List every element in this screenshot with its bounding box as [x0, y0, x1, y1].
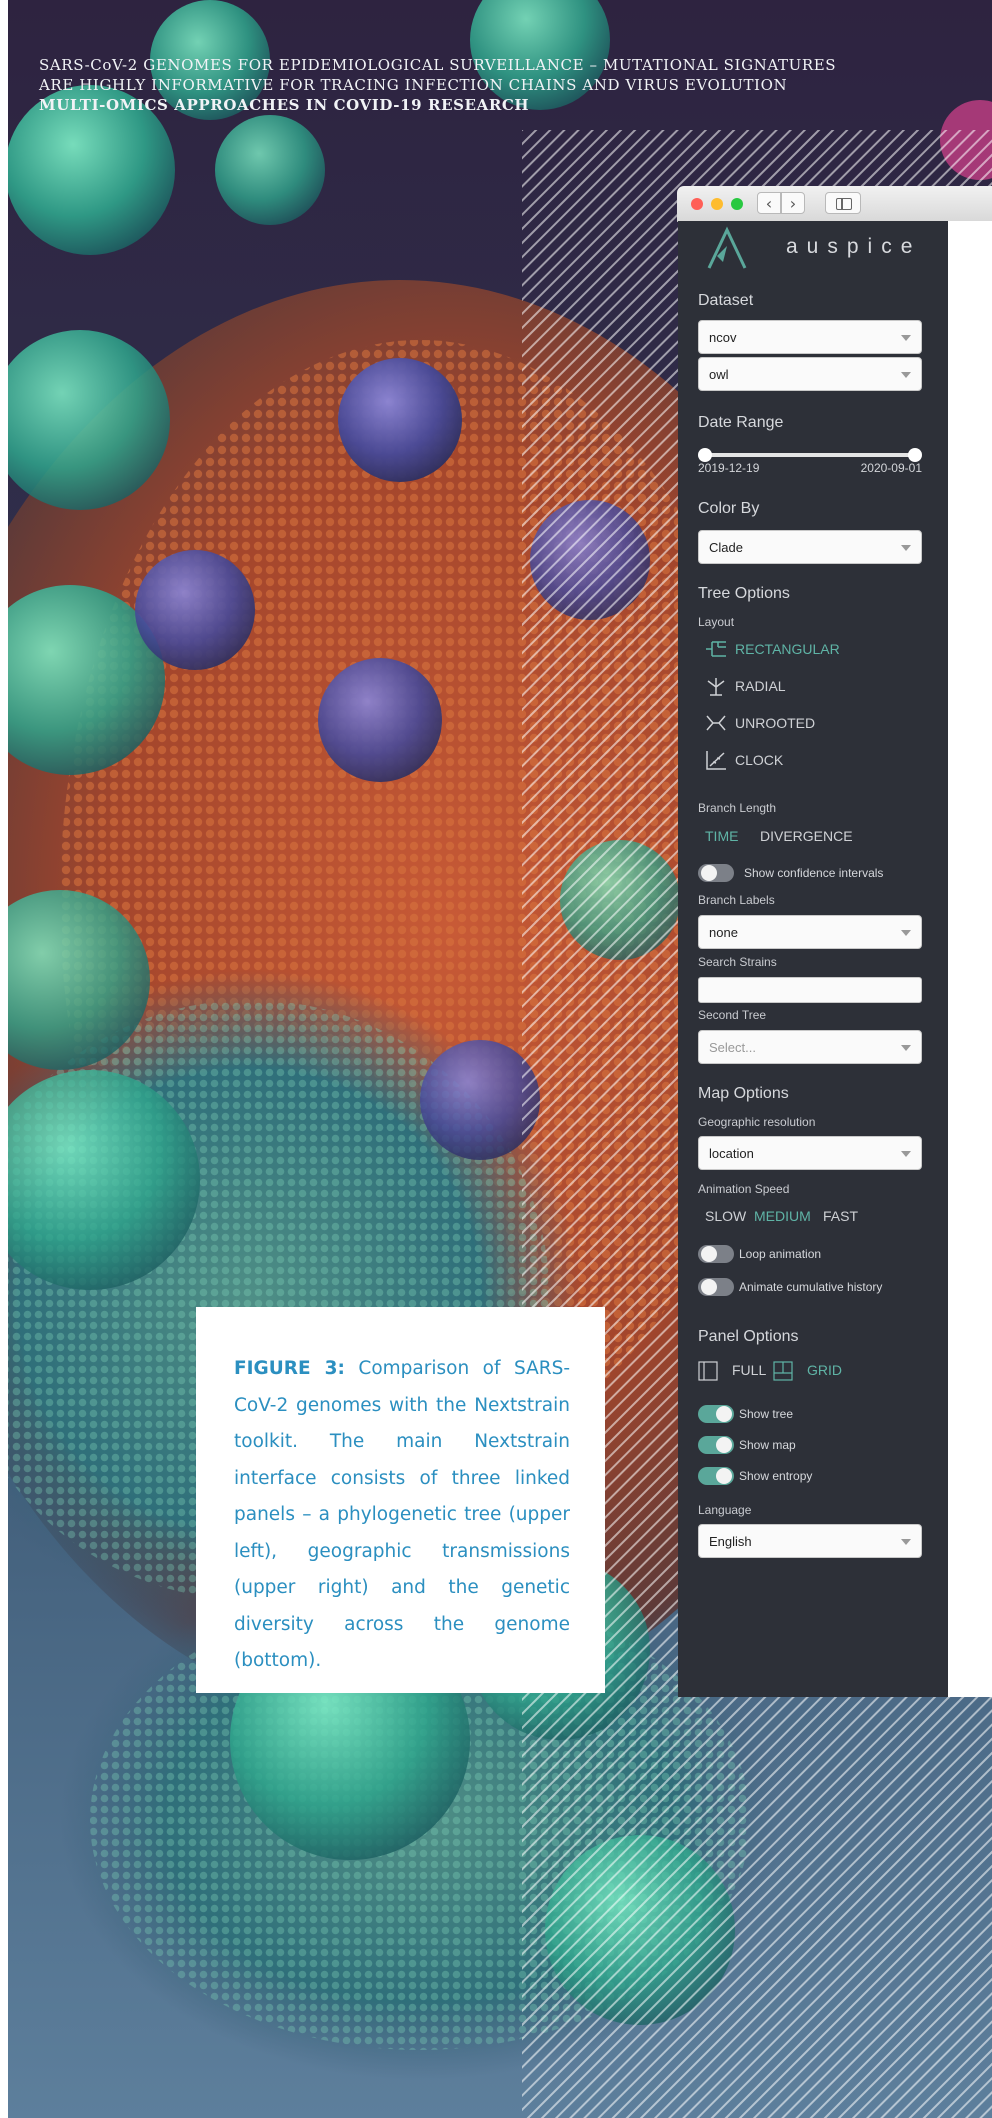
show-tree-label: Show tree [739, 1407, 794, 1421]
language-select[interactable]: English [698, 1524, 922, 1558]
panel-grid-button[interactable]: GRID [807, 1362, 842, 1378]
show-entropy-label: Show entropy [739, 1469, 813, 1483]
map-options-heading: Map Options [698, 1085, 789, 1102]
unrooted-tree-icon [706, 715, 726, 731]
figure-caption-text: Comparison of SARS-CoV-2 genomes with th… [234, 1358, 570, 1671]
second-tree-label: Second Tree [698, 1008, 767, 1022]
branch-labels-select[interactable]: none [698, 915, 922, 949]
auspice-sidebar: auspice Dataset ncov owl Date Range 2019… [678, 221, 948, 1697]
layout-rectangular-label: RECTANGULAR [735, 641, 840, 657]
color-by-select[interactable]: Clade [698, 530, 922, 564]
minimize-window-button[interactable] [711, 198, 723, 210]
clock-tree-icon [706, 751, 726, 770]
panel-full-button[interactable]: FULL [732, 1362, 766, 1378]
header-line-2: ARE HIGHLY INFORMATIVE FOR TRACING INFEC… [39, 76, 788, 94]
geographic-resolution-value: location [709, 1146, 754, 1161]
dataset-select-1[interactable]: ncov [698, 320, 922, 354]
branch-labels-value: none [709, 925, 738, 940]
back-button[interactable]: ‹ [757, 192, 781, 214]
geographic-resolution-label: Geographic resolution [698, 1115, 816, 1129]
page-header: SARS-CoV-2 GENOMES FOR EPIDEMIOLOGICAL S… [39, 55, 899, 115]
animation-speed-label: Animation Speed [698, 1182, 790, 1196]
sidebar-toggle-button[interactable] [825, 192, 861, 214]
figure-label: FIGURE 3: [234, 1358, 345, 1379]
show-entropy-toggle[interactable] [698, 1466, 734, 1486]
show-tree-toggle[interactable] [698, 1404, 734, 1424]
second-tree-select[interactable]: Select... [698, 1030, 922, 1064]
language-label: Language [698, 1503, 752, 1517]
branch-length-divergence-button[interactable]: DIVERGENCE [760, 828, 853, 844]
geographic-resolution-select[interactable]: location [698, 1136, 922, 1170]
confidence-intervals-toggle[interactable] [698, 863, 734, 883]
speed-slow-button[interactable]: SLOW [705, 1208, 746, 1224]
maximize-window-button[interactable] [731, 198, 743, 210]
color-by-heading: Color By [698, 500, 760, 517]
panel-options-heading: Panel Options [698, 1328, 799, 1345]
loop-animation-toggle[interactable] [698, 1244, 734, 1264]
chevron-down-icon [901, 1045, 911, 1051]
speed-medium-button[interactable]: MEDIUM [754, 1208, 811, 1224]
close-window-button[interactable] [691, 198, 703, 210]
layout-clock-label: CLOCK [735, 752, 784, 768]
auspice-brand: auspice [786, 235, 922, 258]
sidebar-icon [836, 198, 852, 210]
loop-animation-label: Loop animation [739, 1247, 822, 1261]
speed-fast-button[interactable]: FAST [823, 1208, 858, 1224]
chevron-down-icon [901, 1539, 911, 1545]
date-range-track [704, 453, 916, 457]
color-by-value: Clade [709, 540, 743, 555]
cumulative-history-label: Animate cumulative history [739, 1280, 883, 1294]
browser-titlebar: ‹ › [677, 186, 992, 221]
forward-button[interactable]: › [781, 192, 805, 214]
date-range-end-handle[interactable] [908, 448, 922, 462]
rectangular-tree-icon [706, 641, 726, 657]
auspice-main-canvas [948, 221, 992, 1697]
second-tree-placeholder: Select... [709, 1040, 756, 1055]
header-line-3: MULTI-OMICS APPROACHES IN COVID-19 RESEA… [39, 96, 530, 114]
full-layout-icon [698, 1361, 718, 1381]
chevron-down-icon [901, 930, 911, 936]
layout-label: Layout [698, 615, 735, 629]
branch-length-label: Branch Length [698, 801, 777, 815]
search-strains-input[interactable] [698, 977, 922, 1003]
chevron-down-icon [901, 372, 911, 378]
chevron-down-icon [901, 1151, 911, 1157]
date-range-start: 2019-12-19 [698, 461, 760, 475]
layout-unrooted-label: UNROOTED [735, 715, 816, 731]
date-range-heading: Date Range [698, 414, 784, 431]
search-strains-label: Search Strains [698, 955, 777, 969]
page-left-margin [0, 0, 8, 2118]
chevron-down-icon [901, 545, 911, 551]
figure-caption-box: FIGURE 3: Comparison of SARS-CoV-2 genom… [196, 1307, 605, 1693]
chevron-down-icon [901, 335, 911, 341]
header-line-1: SARS-CoV-2 GENOMES FOR EPIDEMIOLOGICAL S… [39, 56, 837, 74]
dataset-select-2[interactable]: owl [698, 357, 922, 391]
auspice-logo-icon[interactable] [705, 226, 749, 272]
show-map-toggle[interactable] [698, 1435, 734, 1455]
language-value: English [709, 1534, 752, 1549]
layout-radial-label: RADIAL [735, 678, 786, 694]
dataset-heading: Dataset [698, 292, 754, 309]
confidence-intervals-label: Show confidence intervals [744, 866, 884, 880]
date-range-start-handle[interactable] [698, 448, 712, 462]
dataset-select-1-value: ncov [709, 330, 737, 345]
show-map-label: Show map [739, 1438, 796, 1452]
grid-layout-icon [773, 1361, 793, 1381]
dataset-select-2-value: owl [709, 367, 729, 382]
branch-length-time-button[interactable]: TIME [705, 828, 738, 844]
radial-tree-icon [707, 678, 725, 696]
figure-caption: FIGURE 3: Comparison of SARS-CoV-2 genom… [234, 1351, 570, 1680]
cumulative-history-toggle[interactable] [698, 1277, 734, 1297]
date-range-end: 2020-09-01 [860, 461, 922, 475]
tree-options-heading: Tree Options [698, 585, 790, 602]
branch-labels-label: Branch Labels [698, 893, 775, 907]
